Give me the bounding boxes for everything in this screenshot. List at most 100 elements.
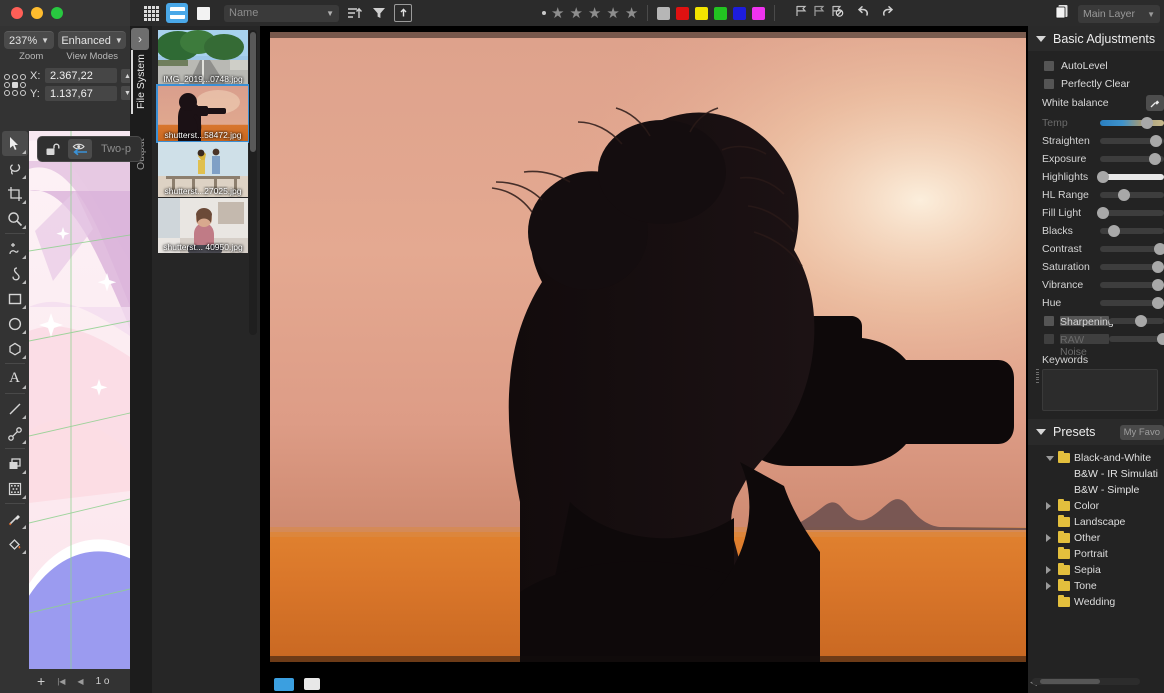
list-item[interactable]: IMG_2019...0748.jpg: [158, 30, 248, 85]
slider-straighten[interactable]: Straighten: [1028, 132, 1164, 150]
slider-track[interactable]: [1100, 117, 1164, 129]
text-tool[interactable]: A: [2, 366, 28, 391]
star-4-icon[interactable]: ★: [606, 6, 619, 21]
anchor-grid-icon[interactable]: [4, 73, 26, 96]
flag-outline-icon[interactable]: [812, 4, 826, 23]
export-up-icon[interactable]: [394, 4, 412, 22]
eyedropper-tool[interactable]: [2, 506, 28, 531]
slider-track[interactable]: [1100, 225, 1164, 237]
color-label-none[interactable]: [657, 6, 671, 20]
line-tool[interactable]: [2, 396, 28, 421]
undo-icon[interactable]: [855, 4, 872, 23]
slider-contrast[interactable]: Contrast: [1028, 240, 1164, 258]
slider-highlights[interactable]: Highlights: [1028, 168, 1164, 186]
autolevel-checkbox[interactable]: [1044, 61, 1054, 71]
chevron-right-icon[interactable]: [1046, 566, 1054, 574]
add-page-button[interactable]: +: [37, 673, 45, 689]
sort-ascending-icon[interactable]: [344, 3, 364, 23]
slider-track[interactable]: [1100, 261, 1164, 273]
preset-folder-wedding[interactable]: Wedding: [1028, 594, 1164, 610]
ellipse-tool[interactable]: [2, 311, 28, 336]
slider-track[interactable]: [1097, 171, 1164, 183]
star-5-icon[interactable]: ★: [625, 6, 638, 21]
presets-header[interactable]: Presets My Favo: [1028, 419, 1164, 445]
pattern-tool[interactable]: [2, 476, 28, 501]
star-2-icon[interactable]: ★: [569, 6, 582, 21]
color-label-blue[interactable]: [733, 6, 747, 20]
coord-x-input[interactable]: 2.367,22: [45, 68, 117, 83]
slider-exposure[interactable]: Exposure: [1028, 150, 1164, 168]
single-view-icon[interactable]: [192, 3, 214, 23]
zoom-dropdown[interactable]: 237% ▼: [4, 31, 55, 49]
raw-noise-checkbox[interactable]: [1044, 334, 1054, 344]
chevron-right-icon[interactable]: [1046, 502, 1054, 510]
name-filter-dropdown[interactable]: Name ▼: [224, 4, 339, 22]
history-controls[interactable]: [855, 4, 896, 23]
rating-none-dot[interactable]: [542, 11, 546, 15]
prev-page-button[interactable]: ◀: [77, 677, 83, 686]
keywords-input[interactable]: [1042, 369, 1158, 411]
preset-folder-color[interactable]: Color: [1028, 498, 1164, 514]
expand-panel-button[interactable]: ›: [131, 28, 149, 50]
preset-folder-other[interactable]: Other: [1028, 530, 1164, 546]
main-photo[interactable]: [270, 32, 1026, 662]
list-item[interactable]: shutterst...58472.jpg: [156, 84, 250, 143]
slider-raw-noise[interactable]: RAW Noise: [1028, 330, 1164, 358]
coord-y-input[interactable]: 1.137,67: [45, 86, 117, 101]
preset-folder-tone[interactable]: Tone: [1028, 578, 1164, 594]
chevron-right-icon[interactable]: [1046, 534, 1054, 542]
chevron-down-icon[interactable]: [1046, 455, 1054, 461]
zoom-tool[interactable]: [2, 206, 28, 231]
canvas-preview[interactable]: [29, 131, 130, 669]
basic-adjustments-header[interactable]: Basic Adjustments: [1028, 26, 1164, 51]
crop-tool[interactable]: [2, 181, 28, 206]
chevron-down-icon[interactable]: [1036, 35, 1046, 42]
status-thumbnail-icon[interactable]: [274, 677, 294, 691]
color-label-yellow[interactable]: [695, 6, 709, 20]
slider-track[interactable]: [1109, 333, 1164, 345]
slider-vibrance[interactable]: Vibrance: [1028, 276, 1164, 294]
star-3-icon[interactable]: ★: [588, 6, 601, 21]
lock-icon[interactable]: [41, 139, 65, 159]
flag-controls[interactable]: [794, 4, 845, 23]
list-item[interactable]: shutterst...27025.jpg: [158, 142, 248, 197]
slider-saturation[interactable]: Saturation: [1028, 258, 1164, 276]
slider-track[interactable]: [1100, 153, 1164, 165]
rectangle-tool[interactable]: [2, 286, 28, 311]
grid-view-icon[interactable]: [140, 3, 162, 23]
minimize-window-button[interactable]: [31, 7, 43, 19]
sidebar-tab-file-system[interactable]: File System: [130, 46, 152, 118]
preset-folder-sepia[interactable]: Sepia: [1028, 562, 1164, 578]
shape-tool[interactable]: [2, 451, 28, 476]
redo-icon[interactable]: [879, 4, 896, 23]
star-1-icon[interactable]: ★: [551, 6, 564, 21]
node-tool[interactable]: [2, 421, 28, 446]
lasso-tool[interactable]: [2, 156, 28, 181]
slider-blacks[interactable]: Blacks: [1028, 222, 1164, 240]
filmstrip-scrollbar[interactable]: [249, 30, 257, 335]
slider-fill-light[interactable]: Fill Light: [1028, 204, 1164, 222]
slider-temp[interactable]: Temp: [1028, 114, 1164, 132]
eye-icon[interactable]: [68, 139, 92, 159]
slider-track[interactable]: [1100, 297, 1164, 309]
eyedropper-icon[interactable]: [1146, 95, 1164, 111]
slider-track[interactable]: [1100, 135, 1164, 147]
preset-bw-simple[interactable]: B&W - Simple: [1028, 482, 1164, 498]
preset-bw-ir-simulation[interactable]: B&W - IR Simulati: [1028, 466, 1164, 482]
layers-icon[interactable]: [1054, 3, 1072, 25]
preset-folder-portrait[interactable]: Portrait: [1028, 546, 1164, 562]
color-label-swatches[interactable]: [657, 6, 766, 20]
autolevel-row[interactable]: AutoLevel: [1028, 57, 1164, 75]
list-item[interactable]: shutterst... 40950.jpg: [158, 198, 248, 253]
chevron-down-icon[interactable]: [1036, 429, 1046, 435]
flag-rejected-icon[interactable]: [830, 4, 845, 23]
sharpening-checkbox[interactable]: [1044, 316, 1054, 326]
slider-track[interactable]: [1109, 315, 1164, 327]
first-page-button[interactable]: |◀: [57, 677, 65, 686]
freehand-tool[interactable]: [2, 261, 28, 286]
flag-icon[interactable]: [794, 4, 808, 23]
color-label-green[interactable]: [714, 6, 728, 20]
preset-folder-landscape[interactable]: Landscape: [1028, 514, 1164, 530]
rating-control[interactable]: ★ ★ ★ ★ ★: [542, 6, 638, 21]
view-mode-dropdown[interactable]: Enhanced ▼: [58, 31, 127, 49]
